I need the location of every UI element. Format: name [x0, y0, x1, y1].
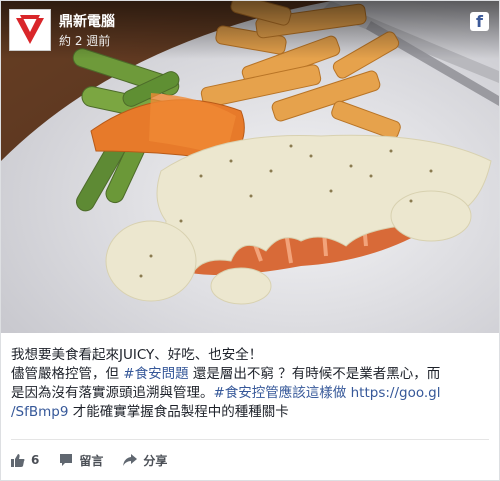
thumbs-up-icon [11, 454, 25, 467]
text-segment: 還是層出不窮 ？有時候不是業者黑心，而 [188, 366, 441, 382]
comment-icon [60, 454, 73, 466]
post-image[interactable]: 鼎新電腦 約 2 週前 f [1, 1, 499, 333]
page-name[interactable]: 鼎新電腦 [59, 11, 115, 31]
url-link[interactable]: /SfBmp9 [11, 404, 68, 420]
post-text-line: /SfBmp9 才能確實掌握食品製程中的種種關卡 [11, 403, 491, 422]
brand-logo-icon [10, 10, 50, 50]
comment-button[interactable]: 留言 [59, 452, 103, 469]
share-label: 分享 [143, 453, 168, 468]
divider [11, 439, 489, 440]
post-timestamp[interactable]: 約 2 週前 [59, 32, 110, 49]
text-segment: 是因為沒有落實源頭追溯與管理。 [11, 385, 214, 401]
post-text-line: 是因為沒有落實源頭追溯與管理。#食安控管應該這樣做 https://goo.gl [11, 384, 491, 403]
comment-label: 留言 [79, 453, 104, 468]
post-actions-bar: 6 留言 分享 [11, 450, 187, 470]
facebook-icon[interactable]: f [470, 12, 489, 31]
like-count: 6 [31, 453, 40, 467]
like-button[interactable]: 6 [11, 453, 39, 467]
hashtag-link[interactable]: #食安問題 [123, 366, 188, 382]
text-segment: 才能確實掌握食品製程中的種種關卡 [68, 404, 289, 420]
post-text: 我想要美食看起來JUICY、好吃、也安全！ 儘管嚴格控管，但 #食安問題 還是層… [11, 346, 491, 422]
share-button[interactable]: 分享 [123, 452, 167, 469]
facebook-post-card: 鼎新電腦 約 2 週前 f 我想要美食看起來JUICY、好吃、也安全！ 儘管嚴格… [0, 0, 500, 481]
post-text-line: 儘管嚴格控管，但 #食安問題 還是層出不窮 ？有時候不是業者黑心，而 [11, 365, 491, 384]
text-segment: 我想要美食看起來JUICY、好吃、也安全！ [11, 347, 263, 363]
url-link[interactable]: https://goo.gl [346, 385, 441, 401]
post-text-line: 我想要美食看起來JUICY、好吃、也安全！ [11, 346, 491, 365]
text-segment: 儘管嚴格控管，但 [11, 366, 124, 382]
page-avatar[interactable] [9, 9, 51, 51]
hashtag-link[interactable]: #食安控管應該這樣做 [214, 385, 347, 401]
share-icon [123, 454, 138, 466]
